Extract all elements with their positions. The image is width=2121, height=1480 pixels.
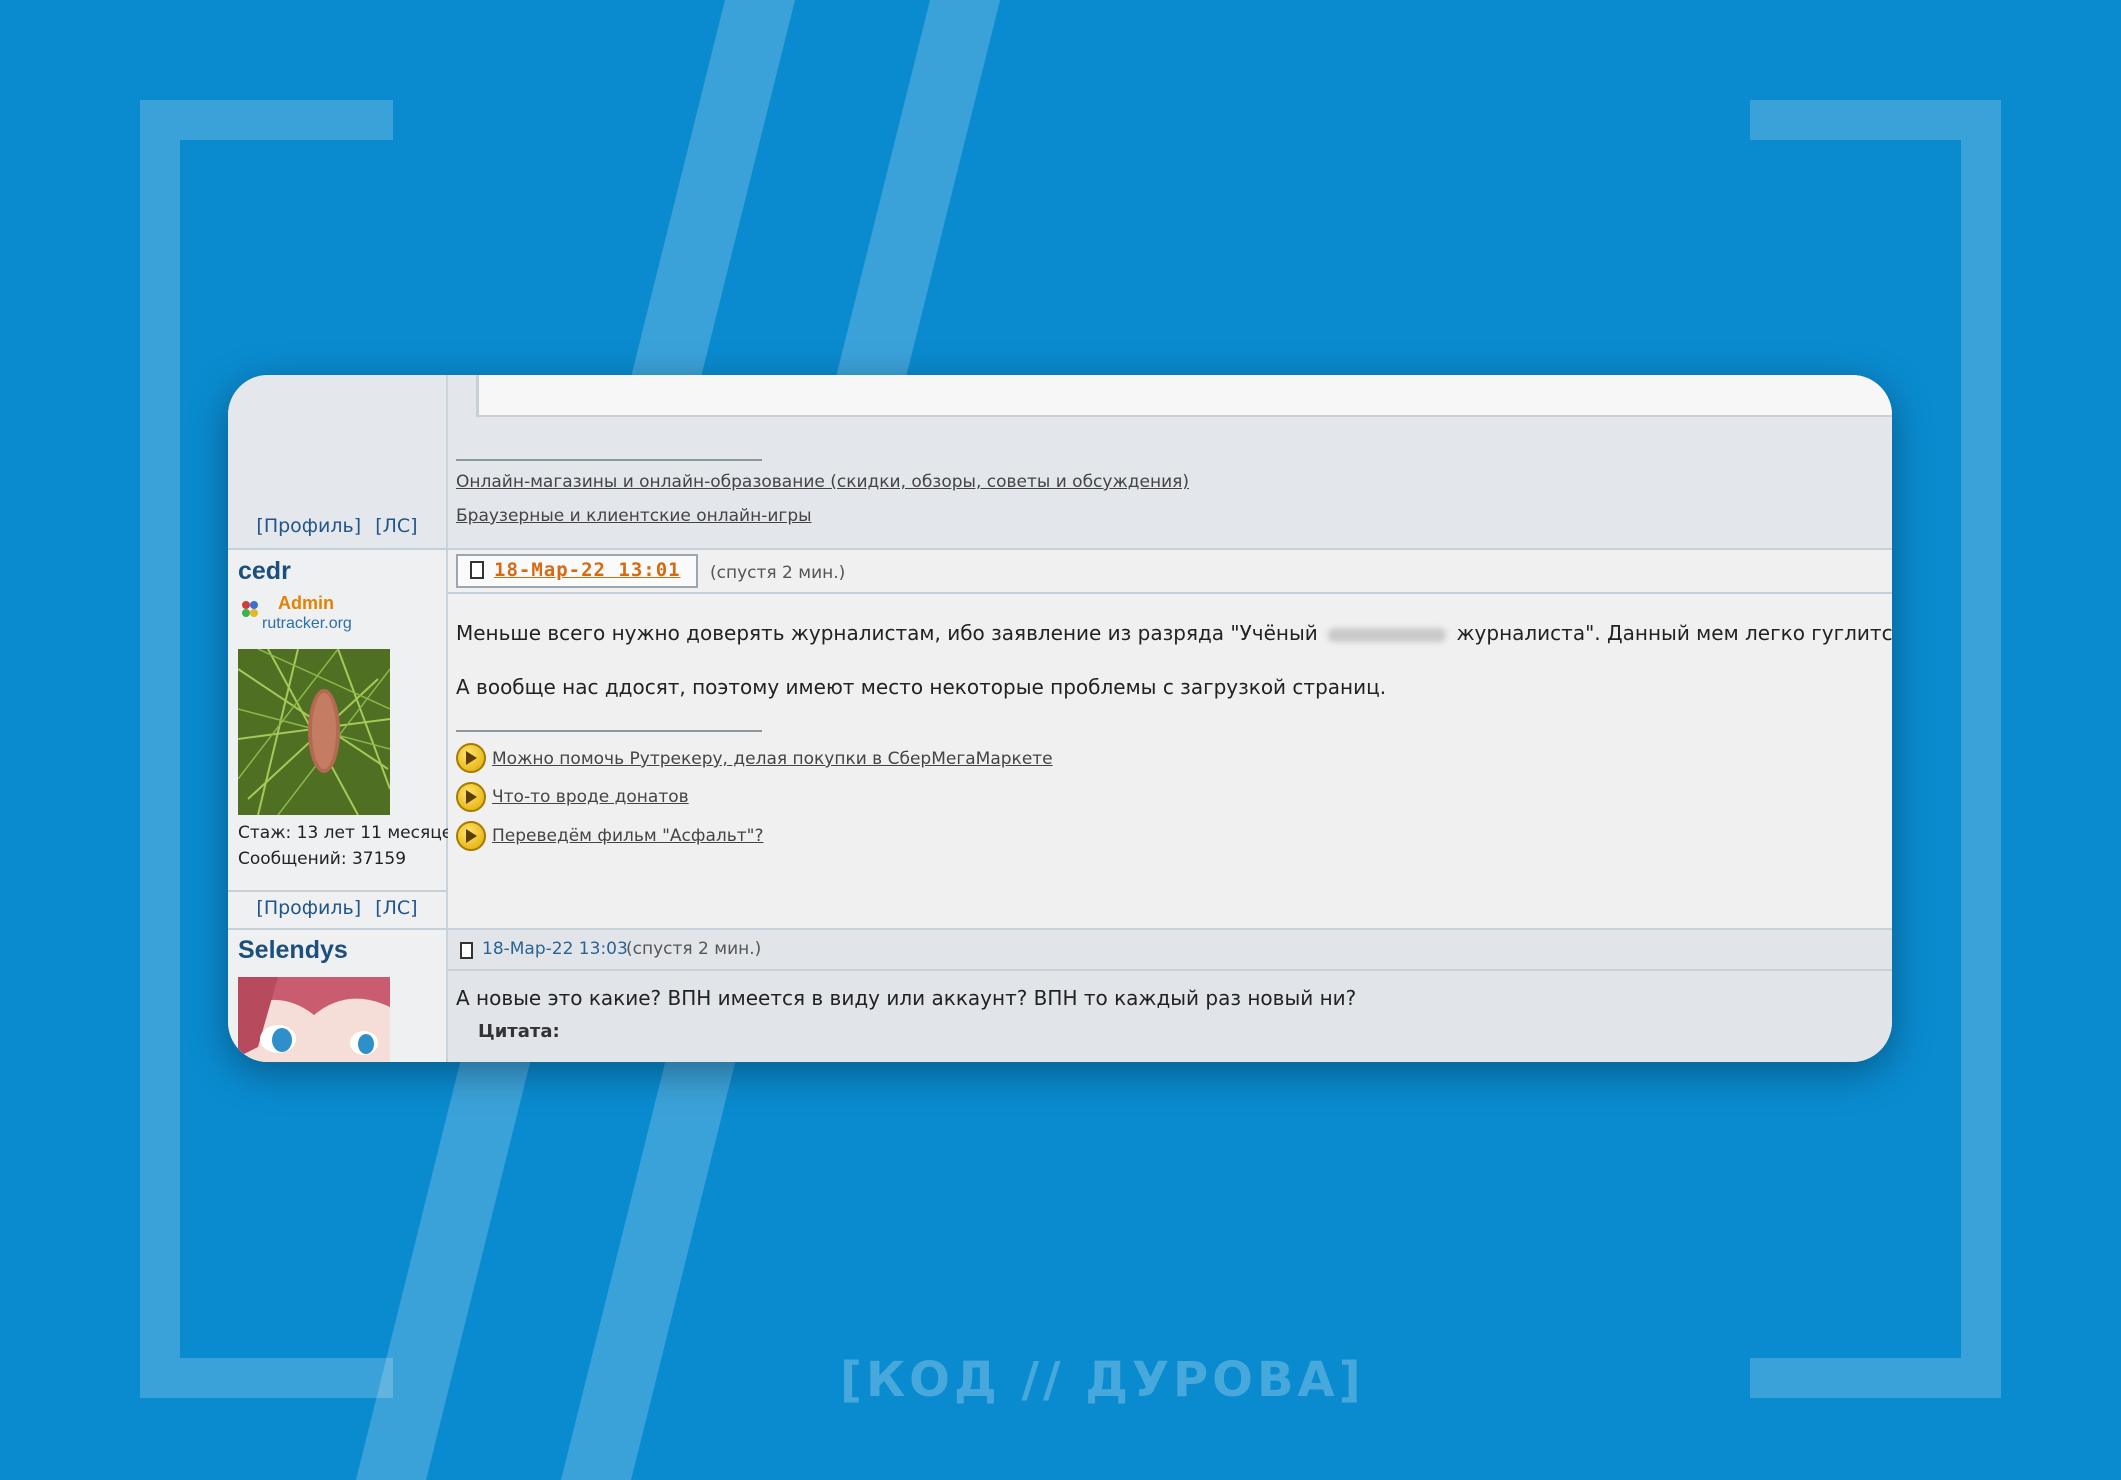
profile-link[interactable]: [Профиль] xyxy=(256,897,361,919)
signature-link-sbermegamarket[interactable]: Можно помочь Рутрекеру, делая покупки в … xyxy=(492,749,1053,769)
profile-links-cedr: [Профиль] [ЛС] xyxy=(228,897,446,919)
post-column-previous: Онлайн-магазины и онлайн-образование (ск… xyxy=(448,375,1892,548)
user-rank: Admin xyxy=(278,593,334,613)
signature-separator xyxy=(456,459,762,461)
admin-rank-icon xyxy=(240,599,260,619)
arrow-right-icon xyxy=(456,821,486,851)
forum-link-shops[interactable]: Онлайн-магазины и онлайн-образование (ск… xyxy=(456,472,1189,492)
post-icon xyxy=(470,561,484,579)
post-text-part-1: Меньше всего нужно доверять журналистам,… xyxy=(456,621,1318,645)
pm-link[interactable]: [ЛС] xyxy=(375,897,417,919)
forum-link-shops-text[interactable]: Онлайн-магазины и онлайн-образование (ск… xyxy=(456,472,1189,492)
forum-link-games[interactable]: Браузерные и клиентские онлайн-игры xyxy=(456,506,812,526)
post-body-selendys: 18-Мар-22 13:03 (спустя 2 мин.) А новые … xyxy=(448,930,1892,1062)
quote-box xyxy=(476,375,1892,417)
arrow-right-icon xyxy=(456,743,486,773)
profile-link[interactable]: [Профиль] xyxy=(256,515,361,537)
signature-separator xyxy=(456,730,762,732)
pm-link[interactable]: [ЛС] xyxy=(375,515,417,537)
user-messages: Сообщений: 37159 xyxy=(238,849,407,869)
post-text-line-1: Меньше всего нужно доверять журналистам,… xyxy=(456,621,1892,645)
post-text-part-2: журналиста". Данный мем легко гуглится, … xyxy=(1456,621,1892,645)
post-body-cedr: 18-Мар-22 13:01 (спустя 2 мин.) Меньше в… xyxy=(448,550,1892,929)
watermark-logo: [КОД // ДУРОВА] xyxy=(840,1352,1365,1408)
arrow-right-icon xyxy=(456,782,486,812)
signature-link-donations[interactable]: Что-то вроде донатов xyxy=(492,787,689,807)
post-author-cedr[interactable]: cedr xyxy=(238,557,291,586)
avatar[interactable] xyxy=(238,649,390,815)
post-text: А новые это какие? ВПН имеется в виду ил… xyxy=(456,986,1357,1010)
post-icon xyxy=(460,942,473,959)
post-date[interactable]: 18-Мар-22 13:03 xyxy=(482,939,628,959)
signature-link-text[interactable]: Что-то вроде донатов xyxy=(492,787,689,807)
post-text-line-2: А вообще нас ддосят, поэтому имеют место… xyxy=(456,675,1387,699)
signature-link-text[interactable]: Можно помочь Рутрекеру, делая покупки в … xyxy=(492,749,1053,769)
avatar[interactable] xyxy=(238,977,390,1062)
signature-link-asphalt[interactable]: Переведём фильм "Асфальт"? xyxy=(492,826,764,846)
signature-link-text[interactable]: Переведём фильм "Асфальт"? xyxy=(492,826,764,846)
post-header-divider xyxy=(448,969,1892,971)
forum-link-games-text[interactable]: Браузерные и клиентские онлайн-игры xyxy=(456,506,812,526)
profile-links-previous: [Профиль] [ЛС] xyxy=(228,515,446,537)
profile-row-divider xyxy=(228,890,446,892)
post-time-since: (спустя 2 мин.) xyxy=(626,939,762,959)
user-tenure: Стаж: 13 лет 11 месяцев xyxy=(238,823,463,843)
post-date[interactable]: 18-Мар-22 13:01 xyxy=(494,559,681,581)
post-time-since: (спустя 2 мин.) xyxy=(710,563,846,583)
forum-screenshot-card: [Профиль] [ЛС] Онлайн-магазины и онлайн-… xyxy=(228,375,1892,1062)
blurred-word xyxy=(1328,627,1447,642)
post-author-selendys[interactable]: Selendys xyxy=(238,936,348,965)
post-header-divider xyxy=(448,592,1892,594)
user-rank-site: rutracker.org xyxy=(262,615,352,632)
quote-label: Цитата: xyxy=(478,1021,560,1042)
